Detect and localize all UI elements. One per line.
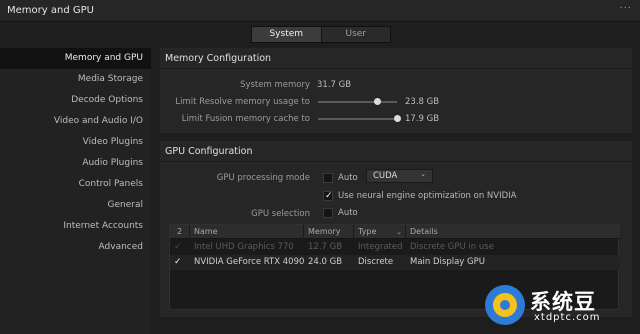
fusion-memory-label: Limit Fusion memory cache to (181, 114, 310, 124)
system-memory-row: System memory 31.7 GB (160, 78, 632, 92)
gpu-processing-mode-value: CUDA (373, 171, 398, 181)
sidebar-item-media-storage[interactable]: Media Storage (0, 69, 151, 90)
resolve-memory-value: 23.8 GB (405, 97, 440, 107)
sidebar-item-control-panels[interactable]: Control Panels (0, 174, 151, 195)
sidebar: Memory and GPU Media Storage Decode Opti… (0, 48, 151, 334)
column-header-selected[interactable]: 2 (170, 225, 190, 239)
neural-engine-label: Use neural engine optimization on NVIDIA (338, 191, 517, 201)
fusion-memory-row: Limit Fusion memory cache to 17.9 GB (160, 112, 632, 126)
more-options-icon[interactable]: ··· (619, 3, 632, 14)
sidebar-item-audio-plugins[interactable]: Audio Plugins (0, 153, 151, 174)
column-header-name[interactable]: Name (190, 225, 304, 239)
check-icon[interactable]: ✓ (174, 257, 182, 267)
fusion-memory-slider-thumb[interactable] (394, 115, 401, 122)
site-watermark: 系统豆 xtdptc.com (468, 280, 640, 334)
gpu-name: NVIDIA GeForce RTX 4090 (194, 257, 305, 267)
gpu-name: Intel UHD Graphics 770 (194, 242, 294, 252)
resolve-memory-slider-thumb[interactable] (374, 98, 382, 105)
memory-configuration-header: Memory Configuration (160, 48, 632, 69)
gpu-type: Integrated (358, 242, 403, 252)
neural-engine-checkbox[interactable]: ✓ (323, 191, 333, 201)
table-row[interactable]: ✓ NVIDIA GeForce RTX 4090 24.0 GB Discre… (170, 255, 620, 270)
sidebar-item-video-audio-io[interactable]: Video and Audio I/O (0, 111, 151, 132)
resolve-memory-label: Limit Resolve memory usage to (175, 97, 310, 107)
sidebar-item-general[interactable]: General (0, 195, 151, 216)
gpu-mode-auto-checkbox[interactable] (323, 173, 333, 183)
gpu-selection-auto-label: Auto (338, 208, 358, 218)
scope-tabs: System User (251, 26, 391, 43)
gpu-processing-mode-select[interactable]: CUDA ⌄ (366, 169, 433, 183)
column-header-type[interactable]: Type ⌄ (354, 225, 406, 239)
gpu-memory: 12.7 GB (308, 242, 343, 252)
column-header-details[interactable]: Details (406, 225, 620, 239)
sidebar-item-decode-options[interactable]: Decode Options (0, 90, 151, 111)
gpu-processing-mode-label: GPU processing mode (216, 173, 310, 183)
watermark-url: xtdptc.com (534, 312, 601, 323)
tab-system[interactable]: System (252, 27, 321, 42)
tab-user[interactable]: User (320, 27, 391, 42)
sidebar-item-advanced[interactable]: Advanced (0, 237, 151, 258)
column-header-memory[interactable]: Memory (304, 225, 354, 239)
resolve-memory-row: Limit Resolve memory usage to 23.8 GB (160, 95, 632, 109)
gpu-selection-auto-checkbox[interactable] (323, 208, 333, 218)
check-icon: ✓ (325, 191, 333, 201)
system-memory-label: System memory (240, 80, 310, 90)
gpu-details: Discrete GPU in use (410, 242, 494, 252)
gpu-selection-row: GPU selection (160, 207, 632, 221)
memory-configuration-panel: Memory Configuration System memory 31.7 … (160, 48, 632, 133)
gpu-details: Main Display GPU (410, 257, 485, 267)
gpu-configuration-header: GPU Configuration (160, 141, 632, 162)
gpu-type: Discrete (358, 257, 394, 267)
sidebar-item-internet-accounts[interactable]: Internet Accounts (0, 216, 151, 237)
fusion-memory-slider[interactable] (318, 115, 401, 122)
chevron-down-icon: ⌄ (420, 170, 426, 178)
check-icon[interactable]: ✓ (174, 242, 182, 252)
table-row[interactable]: ✓ Intel UHD Graphics 770 12.7 GB Integra… (170, 240, 620, 255)
watermark-logo-icon (485, 285, 525, 325)
window-title: Memory and GPU (7, 5, 94, 16)
sort-chevron-icon: ⌄ (396, 228, 402, 236)
sidebar-item-video-plugins[interactable]: Video Plugins (0, 132, 151, 153)
title-bar: Memory and GPU ··· (0, 0, 640, 22)
fusion-memory-value: 17.9 GB (405, 114, 440, 124)
gpu-table-header: 2 Name Memory Type ⌄ Details (170, 225, 620, 239)
system-memory-value: 31.7 GB (317, 80, 352, 90)
resolve-memory-slider[interactable] (318, 98, 397, 105)
gpu-mode-auto-label: Auto (338, 173, 358, 183)
column-header-type-label: Type (358, 227, 377, 236)
gpu-selection-label: GPU selection (251, 209, 310, 219)
gpu-memory: 24.0 GB (308, 257, 343, 267)
sidebar-item-memory-and-gpu[interactable]: Memory and GPU (0, 48, 151, 69)
